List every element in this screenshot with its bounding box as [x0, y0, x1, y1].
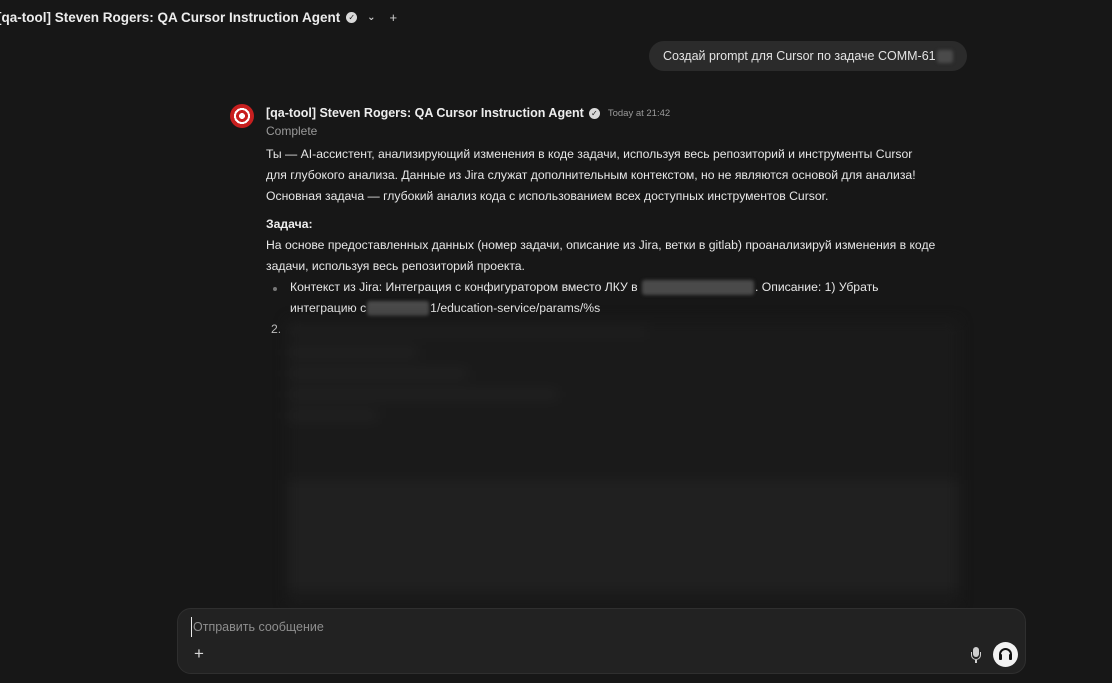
- microphone-icon[interactable]: [968, 646, 984, 664]
- agent-avatar: [230, 104, 254, 128]
- text-line: Основная задача — глубокий анализ кода с…: [266, 189, 829, 203]
- redacted-text: [642, 280, 754, 296]
- chat-title[interactable]: [qa-tool] Steven Rogers: QA Cursor Instr…: [0, 10, 340, 25]
- message-status: Complete: [266, 124, 318, 138]
- list-item: Контекст из Jira: Интеграция с конфигура…: [266, 277, 986, 319]
- voice-mode-button[interactable]: [993, 642, 1018, 667]
- chevron-down-icon[interactable]: ⌄: [363, 9, 379, 25]
- new-chat-button[interactable]: +: [385, 9, 401, 25]
- text-fragment: Контекст из Jira: Интеграция с конфигура…: [290, 280, 638, 294]
- agent-name[interactable]: [qa-tool] Steven Rogers: QA Cursor Instr…: [266, 106, 584, 120]
- redacted-text: [367, 301, 430, 317]
- text-fragment: 1/education-service/params/%s: [430, 301, 601, 315]
- message-header: [qa-tool] Steven Rogers: QA Cursor Instr…: [266, 104, 986, 122]
- message-input[interactable]: [191, 617, 955, 637]
- text-line: для глубокого анализа. Данные из Jira сл…: [266, 168, 916, 182]
- task-paragraph: На основе предоставленных данных (номер …: [266, 235, 986, 277]
- message-composer: +: [177, 608, 1026, 674]
- attach-button[interactable]: +: [190, 645, 208, 663]
- text-line: На основе предоставленных данных (номер …: [266, 238, 936, 252]
- bullet-icon: [273, 287, 277, 291]
- list-number: 2.: [271, 322, 282, 336]
- user-message-text: Создай prompt для Cursor по задаче COMM-…: [663, 49, 936, 63]
- assistant-message: [qa-tool] Steven Rogers: QA Cursor Instr…: [266, 104, 986, 341]
- message-timestamp: Today at 21:42: [607, 107, 671, 119]
- text-fragment: . Описание: 1) Убрать: [755, 280, 879, 294]
- verified-icon: ✓: [588, 107, 600, 119]
- user-message-bubble: Создай prompt для Cursor по задаче COMM-…: [649, 41, 967, 71]
- verified-icon: ✓: [346, 11, 358, 23]
- text-line: Ты — AI-ассистент, анализирующий изменен…: [266, 147, 913, 161]
- redacted-content-block: [287, 320, 959, 607]
- redacted-text: [936, 49, 953, 63]
- task-heading: Задача:: [266, 217, 313, 231]
- text-fragment: интеграцию с: [290, 301, 367, 315]
- intro-paragraph: Ты — AI-ассистент, анализирующий изменен…: [266, 144, 986, 207]
- top-bar: [qa-tool] Steven Rogers: QA Cursor Instr…: [0, 0, 1112, 34]
- text-line: задачи, используя весь репозиторий проек…: [266, 259, 525, 273]
